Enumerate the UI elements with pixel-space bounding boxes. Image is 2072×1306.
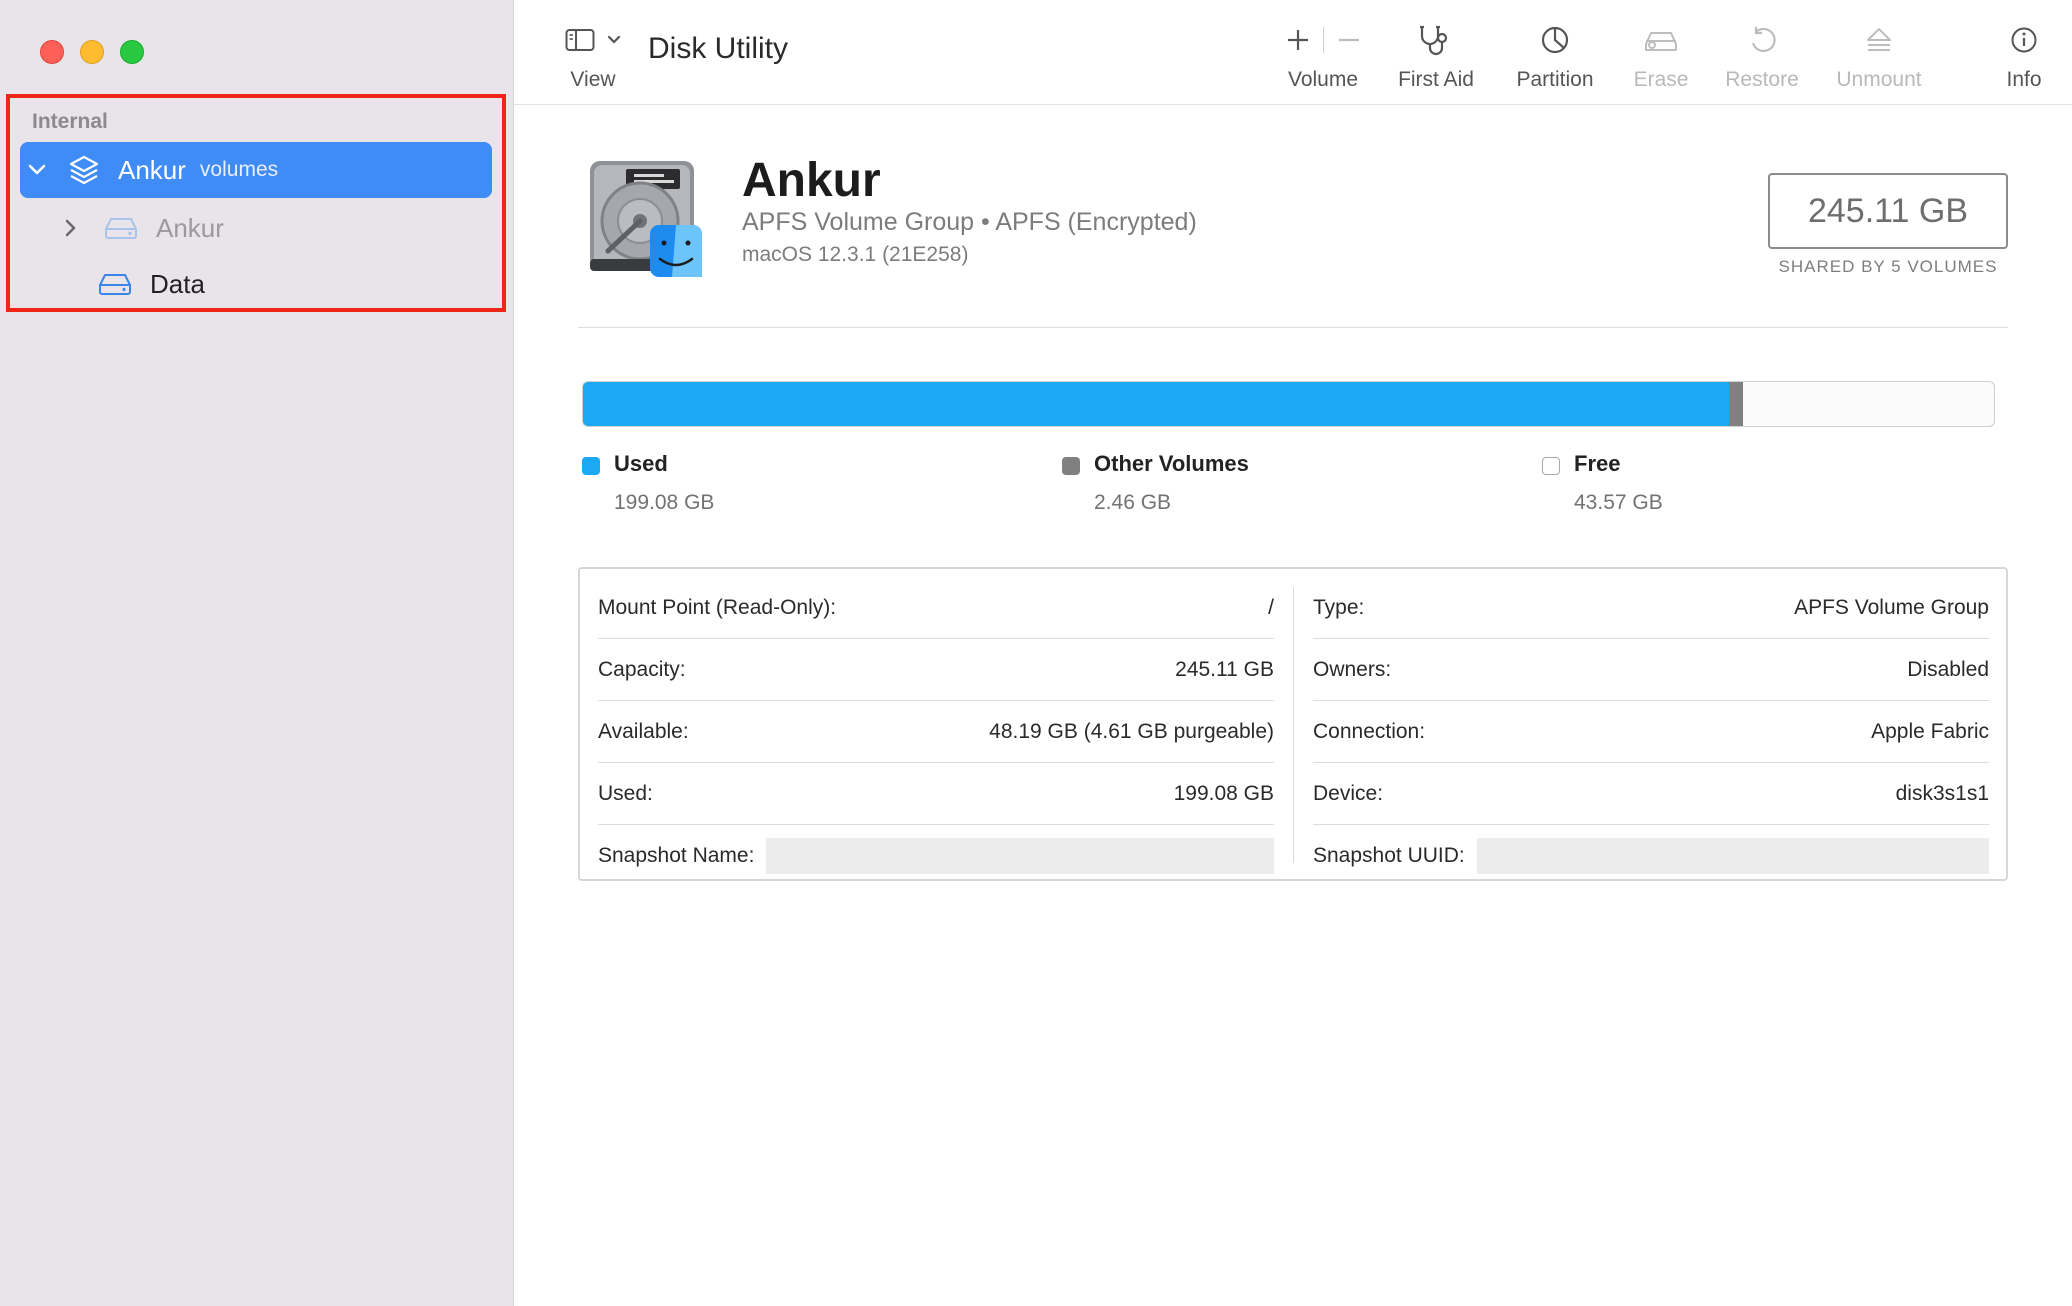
info-row-available: Available: 48.19 GB (4.61 GB purgeable) (598, 701, 1274, 763)
legend-free-label: Free (1574, 451, 1621, 476)
pie-chart-icon (1540, 25, 1570, 55)
info-value: / (1268, 595, 1274, 619)
snapshot-uuid-field (1476, 838, 1989, 874)
partition-label: Partition (1516, 68, 1594, 91)
info-column-left: Mount Point (Read-Only): / Capacity: 245… (598, 577, 1274, 887)
info-value: 199.08 GB (1173, 781, 1274, 805)
info-label: Used: (598, 781, 653, 805)
usage-bar-used-segment (583, 382, 1729, 426)
volume-label: Volume (1287, 68, 1359, 91)
unmount-button[interactable]: Unmount (1816, 20, 1942, 92)
volume-info-table: Mount Point (Read-Only): / Capacity: 245… (578, 567, 2008, 881)
info-value: 48.19 GB (4.61 GB purgeable) (989, 719, 1274, 743)
eject-icon (1864, 25, 1894, 55)
main-content: Ankur APFS Volume Group • APFS (Encrypte… (514, 105, 2072, 1306)
legend-other-label: Other Volumes (1094, 451, 1249, 476)
volume-name: Ankur (742, 154, 881, 207)
other-volumes-swatch (1062, 457, 1080, 475)
info-row-snapshot-uuid: Snapshot UUID: (1313, 825, 1989, 887)
info-row-mount-point: Mount Point (Read-Only): / (598, 577, 1274, 639)
info-column-separator (1293, 587, 1294, 863)
info-value: 245.11 GB (1175, 657, 1274, 681)
minimize-window-button[interactable] (80, 40, 104, 64)
legend-other-value: 2.46 GB (1094, 491, 1172, 514)
first-aid-label: First Aid (1398, 68, 1474, 91)
first-aid-button[interactable]: First Aid (1384, 20, 1488, 92)
used-swatch (582, 457, 600, 475)
info-value: Disabled (1907, 657, 1989, 681)
chevron-down-icon (607, 35, 621, 45)
info-value: Apple Fabric (1871, 719, 1989, 743)
partition-button[interactable]: Partition (1500, 20, 1610, 92)
restore-label: Restore (1725, 68, 1799, 91)
plus-icon[interactable] (1285, 27, 1311, 53)
info-label: Snapshot UUID: (1313, 844, 1465, 867)
erase-label: Erase (1633, 68, 1689, 91)
info-label: Type: (1313, 595, 1365, 619)
unmount-label: Unmount (1836, 68, 1922, 91)
info-row-used: Used: 199.08 GB (598, 763, 1274, 825)
free-swatch (1542, 457, 1560, 475)
legend-used-value: 199.08 GB (614, 491, 715, 514)
close-window-button[interactable] (40, 40, 64, 64)
snapshot-name-field (766, 838, 1274, 874)
car-eraser-icon (1642, 26, 1680, 54)
info-label: Connection: (1313, 719, 1426, 743)
info-label: Mount Point (Read-Only): (598, 595, 837, 619)
info-label: Snapshot Name: (598, 844, 755, 867)
info-row-capacity: Capacity: 245.11 GB (598, 639, 1274, 701)
restore-button[interactable]: Restore (1710, 20, 1814, 92)
volume-size-badge: 245.11 GB (1768, 173, 2008, 249)
internal-disk-icon (584, 155, 704, 284)
info-row-snapshot-name: Snapshot Name: (598, 825, 1274, 887)
sidebar: Internal Ankur volumes Ankur Data (0, 0, 514, 1306)
volume-subtitle: APFS Volume Group • APFS (Encrypted) (742, 208, 1197, 236)
toolbar: View Disk Utility Volume First Aid Parti… (514, 0, 2072, 105)
info-row-type: Type: APFS Volume Group (1313, 577, 1989, 639)
info-button[interactable]: Info (1994, 20, 2054, 92)
sidebar-toggle-icon (565, 28, 595, 52)
volume-os-version: macOS 12.3.1 (21E258) (742, 243, 969, 266)
info-row-owners: Owners: Disabled (1313, 639, 1989, 701)
info-row-device: Device: disk3s1s1 (1313, 763, 1989, 825)
legend-used-label: Used (614, 451, 668, 476)
info-row-connection: Connection: Apple Fabric (1313, 701, 1989, 763)
info-label: Available: (598, 719, 689, 743)
view-button[interactable]: View (550, 20, 636, 92)
usage-bar-other-segment (1729, 382, 1744, 426)
zoom-window-button[interactable] (120, 40, 144, 64)
info-value: disk3s1s1 (1895, 781, 1989, 805)
info-label: Device: (1313, 781, 1384, 805)
info-label: Owners: (1313, 657, 1392, 681)
minus-icon[interactable] (1336, 27, 1362, 53)
usage-bar (582, 381, 1995, 427)
erase-button[interactable]: Erase (1618, 20, 1704, 92)
header-divider (578, 327, 2008, 328)
legend-free-value: 43.57 GB (1574, 491, 1663, 514)
info-column-right: Type: APFS Volume Group Owners: Disabled… (1313, 577, 1989, 887)
annotation-highlight-box (6, 94, 506, 312)
info-label: Info (2006, 68, 2042, 91)
window-title: Disk Utility (648, 32, 788, 65)
info-label: Capacity: (598, 657, 686, 681)
volume-button[interactable]: Volume (1268, 20, 1378, 92)
view-label: View (570, 68, 616, 91)
stethoscope-icon (1417, 24, 1455, 56)
info-value: APFS Volume Group (1794, 595, 1989, 619)
shared-by-caption: SHARED BY 5 VOLUMES (1778, 257, 1998, 276)
restore-arrow-icon (1747, 25, 1777, 55)
info-circle-icon (2010, 26, 2038, 54)
